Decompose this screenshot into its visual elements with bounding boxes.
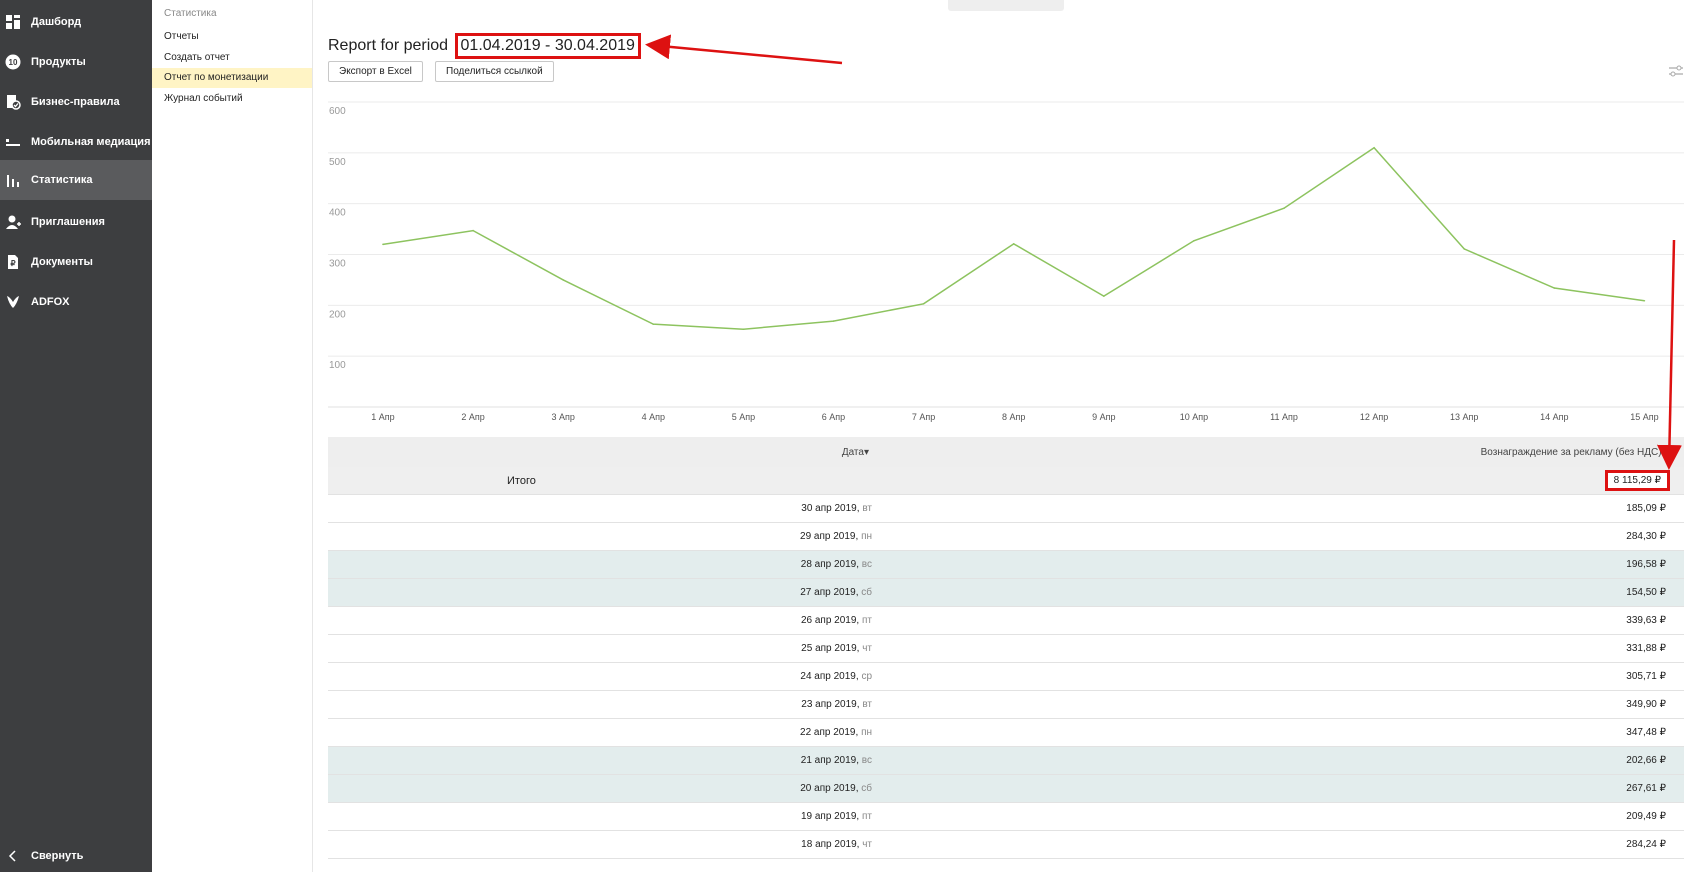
data-point[interactable] — [832, 320, 835, 322]
table-row: 22 апр 2019, пн 347,48 ₽ — [328, 719, 1684, 747]
data-point[interactable] — [472, 229, 474, 232]
x-tick-label: 6 Апр — [822, 412, 845, 422]
row-value: 196,58 ₽ — [1626, 559, 1666, 570]
row-value: 267,61 ₽ — [1626, 783, 1666, 794]
row-value: 154,50 ₽ — [1626, 587, 1666, 598]
collapse-button[interactable]: Свернуть — [0, 836, 152, 876]
row-value: 331,88 ₽ — [1626, 643, 1666, 654]
x-tick-label: 9 Апр — [1092, 412, 1115, 422]
x-tick-label: 13 Апр — [1450, 412, 1478, 422]
row-date: 24 апр 2019, ср — [800, 671, 872, 682]
data-point[interactable] — [1012, 243, 1015, 245]
row-value: 209,49 ₽ — [1626, 811, 1666, 822]
row-date: 30 апр 2019, вт — [801, 503, 872, 514]
row-value: 202,66 ₽ — [1626, 755, 1666, 766]
row-date: 20 апр 2019, сб — [800, 783, 872, 794]
table-row: 27 апр 2019, сб 154,50 ₽ — [328, 579, 1684, 607]
row-date: 21 апр 2019, вс — [800, 755, 872, 766]
row-value: 305,71 ₽ — [1626, 671, 1666, 682]
row-date: 28 апр 2019, вс — [800, 559, 872, 570]
row-date: 25 апр 2019, чт — [801, 643, 872, 654]
y-tick-label: 200 — [329, 309, 346, 320]
sort-desc-icon: ▾ — [863, 447, 869, 458]
table-row: 19 апр 2019, пт 209,49 ₽ — [328, 803, 1684, 831]
revenue-line-chart: 100 200 300 400 500 600 1 Апр 2 Апр 3 Апр 4 Апр 5 … — [328, 101, 1684, 422]
series-line — [382, 146, 1645, 330]
data-point[interactable] — [1103, 295, 1105, 297]
row-value: 284,30 ₽ — [1626, 531, 1666, 542]
y-tick-label: 500 — [329, 157, 346, 168]
x-tick-label: 11 Апр — [1270, 412, 1298, 422]
table-row: 21 апр 2019, вс 202,66 ₽ — [328, 747, 1684, 775]
row-date: 27 апр 2019, сб — [800, 587, 872, 598]
y-tick-label: 600 — [329, 106, 346, 117]
column-header-date[interactable]: Дата▾ — [842, 447, 869, 458]
table-row: 25 апр 2019, чт 331,88 ₽ — [328, 635, 1684, 663]
total-label: Итого — [507, 475, 536, 487]
y-tick-label: 100 — [329, 360, 346, 371]
data-point[interactable] — [1373, 146, 1375, 149]
data-point[interactable] — [562, 279, 564, 281]
table-row: 29 апр 2019, пн 284,30 ₽ — [328, 523, 1684, 551]
data-point[interactable] — [1643, 299, 1646, 302]
table-row: 26 апр 2019, пт 339,63 ₽ — [328, 607, 1684, 635]
x-tick-label: 15 Апр — [1630, 412, 1658, 422]
data-point[interactable] — [922, 303, 925, 305]
table-total-row: Итого 8 115,29 ₽ — [328, 467, 1684, 495]
collapse-label: Свернуть — [31, 850, 84, 862]
data-point[interactable] — [1463, 248, 1465, 250]
x-tick-label: 2 Апр — [461, 412, 484, 422]
data-point[interactable] — [1283, 207, 1285, 210]
table-row: 18 апр 2019, чт 284,24 ₽ — [328, 831, 1684, 859]
row-date: 22 апр 2019, пн — [800, 727, 872, 738]
x-tick-label: 1 Апр — [371, 412, 394, 422]
x-tick-label: 10 Апр — [1180, 412, 1208, 422]
row-value: 185,09 ₽ — [1626, 503, 1666, 514]
table-row: 28 апр 2019, вс 196,58 ₽ — [328, 551, 1684, 579]
x-tick-label: 8 Апр — [1002, 412, 1025, 422]
row-value: 347,48 ₽ — [1626, 727, 1666, 738]
data-point[interactable] — [1553, 287, 1556, 289]
data-point[interactable] — [652, 323, 655, 325]
row-date: 26 апр 2019, пт — [800, 615, 872, 626]
x-tick-label: 4 Апр — [642, 412, 665, 422]
table-row: 23 апр 2019, вт 349,90 ₽ — [328, 691, 1684, 719]
row-date: 19 апр 2019, пт — [800, 811, 872, 822]
row-date: 29 апр 2019, пн — [800, 531, 872, 542]
x-tick-label: 5 Апр — [732, 412, 755, 422]
x-tick-label: 12 Апр — [1360, 412, 1388, 422]
row-date: 23 апр 2019, вт — [801, 699, 872, 710]
row-value: 339,63 ₽ — [1626, 615, 1666, 626]
y-tick-label: 300 — [329, 259, 346, 270]
row-value: 349,90 ₽ — [1626, 699, 1666, 710]
table-row: 30 апр 2019, вт 185,09 ₽ — [328, 495, 1684, 523]
table-header: Дата▾ Вознаграждение за рекламу (без НДС… — [328, 437, 1684, 467]
row-value: 284,24 ₽ — [1626, 839, 1666, 850]
table-row: 20 апр 2019, сб 267,61 ₽ — [328, 775, 1684, 803]
data-point[interactable] — [382, 243, 384, 246]
total-value: 8 115,29 ₽ — [1604, 470, 1670, 491]
data-point[interactable] — [1193, 239, 1195, 242]
row-date: 18 апр 2019, чт — [801, 839, 872, 850]
y-tick-label: 400 — [329, 208, 346, 219]
chevron-left-icon — [4, 847, 22, 865]
data-point[interactable] — [742, 328, 745, 331]
x-tick-label: 3 Апр — [552, 412, 575, 422]
x-tick-label: 7 Апр — [912, 412, 935, 422]
sort-icon: ⇕ — [1661, 447, 1670, 458]
table-row: 24 апр 2019, ср 305,71 ₽ — [328, 663, 1684, 691]
column-header-reward[interactable]: Вознаграждение за рекламу (без НДС)⇕ — [1481, 447, 1670, 458]
x-tick-label: 14 Апр — [1540, 412, 1568, 422]
